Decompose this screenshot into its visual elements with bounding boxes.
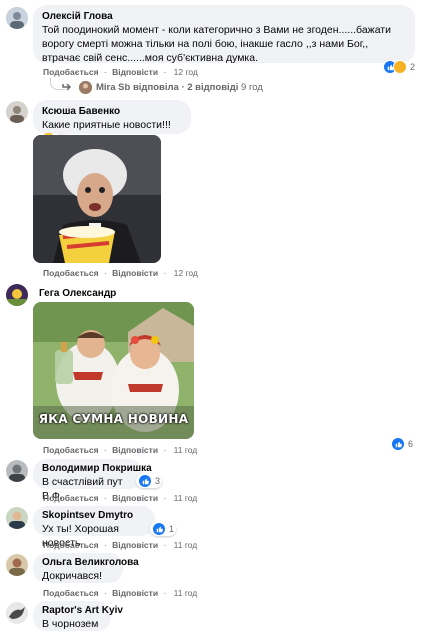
comment-actions: Подобається · Відповісти · 11 год — [43, 445, 198, 455]
reaction-count: 6 — [408, 439, 414, 449]
like-reaction-icon — [138, 474, 152, 488]
comment-author[interactable]: Ксюша Бавенко — [42, 105, 182, 118]
user-photo-icon — [6, 7, 28, 29]
comment-bubble: Володимир Покришка В счастлівий пут В.Ф. — [33, 459, 152, 502]
comment-actions: Подобається · Відповісти · 11 год — [43, 588, 198, 598]
like-link[interactable]: Подобається — [43, 588, 99, 598]
avatar[interactable] — [6, 101, 28, 123]
comment-timestamp[interactable]: 11 год — [174, 445, 198, 455]
comment-text: Докричався! — [42, 570, 102, 582]
reaction-summary[interactable]: 2 — [383, 60, 415, 74]
reaction-count: 3 — [155, 476, 161, 486]
comment-author[interactable]: Гега Олександр — [39, 287, 116, 300]
comment-timestamp[interactable]: 12 год — [174, 67, 198, 77]
like-reaction-icon — [391, 437, 405, 451]
comment-bubble: Ксюша Бавенко Какие приятные новости!!!😊… — [33, 100, 191, 145]
comment-actions: Подобається · Відповісти · 12 год — [43, 67, 198, 77]
like-link[interactable]: Подобається — [43, 67, 99, 77]
comment-bubble: Skopintsev Dmytro Ух ты! Хорошая новость — [33, 506, 155, 549]
user-photo-icon — [6, 554, 28, 576]
comment-actions: Подобається · Відповісти · 11 год — [43, 540, 198, 550]
avatar[interactable] — [6, 7, 28, 29]
user-photo-icon — [6, 602, 28, 624]
like-link[interactable]: Подобається — [43, 493, 99, 503]
like-link[interactable]: Подобається — [43, 445, 99, 455]
comment-bubble: Raptor's Art Kyiv В чорнозем — [33, 601, 123, 631]
replies-timestamp: 9 год — [241, 82, 263, 93]
comment-timestamp[interactable]: 11 год — [174, 493, 198, 503]
comment-author[interactable]: Skopintsev Dmytro — [42, 509, 146, 522]
reply-link[interactable]: Відповісти — [112, 268, 158, 278]
comment-author[interactable]: Олексій Глова — [42, 10, 406, 23]
comment-actions: Подобається · Відповісти · 11 год — [43, 493, 198, 503]
view-replies-link[interactable]: Mira Sb відповіла · 2 відповіді 9 год — [96, 82, 263, 93]
comment-author[interactable]: Ольга Великголова — [42, 556, 139, 569]
reaction-count: 2 — [410, 62, 416, 72]
comment-text: В чорнозем — [42, 618, 99, 630]
user-photo-icon — [6, 507, 28, 529]
user-photo-icon — [6, 101, 28, 123]
like-reaction-icon — [152, 522, 166, 536]
meme-caption: ЯКА СУМНА НОВИНА — [38, 412, 189, 426]
reply-author: Mira Sb — [96, 82, 131, 93]
reply-avatar — [79, 81, 92, 94]
user-photo-icon — [6, 460, 28, 482]
comment-bubble: Ольга Великголова Докричався! — [33, 553, 139, 583]
haha-reaction-icon — [393, 60, 407, 74]
comment-author[interactable]: Raptor's Art Kyiv — [42, 604, 123, 617]
reaction-summary[interactable]: 3 — [136, 474, 163, 488]
reply-arrow-icon — [61, 80, 73, 98]
comment-timestamp[interactable]: 11 год — [174, 588, 198, 598]
avatar[interactable] — [6, 284, 28, 306]
comment-actions: Подобається · Відповісти · 12 год — [43, 268, 198, 278]
avatar[interactable] — [6, 554, 28, 576]
comment-timestamp[interactable]: 12 год — [174, 268, 198, 278]
avatar[interactable] — [6, 602, 28, 624]
comment-author[interactable]: Володимир Покришка — [42, 462, 152, 475]
reaction-summary[interactable]: 6 — [391, 437, 413, 451]
avatar[interactable] — [6, 507, 28, 529]
comment-timestamp[interactable]: 11 год — [174, 540, 198, 550]
like-link[interactable]: Подобається — [43, 268, 99, 278]
comment-gif[interactable] — [33, 135, 161, 263]
reply-link[interactable]: Відповісти — [112, 540, 158, 550]
reply-link[interactable]: Відповісти — [112, 493, 158, 503]
reply-link[interactable]: Відповісти — [112, 445, 158, 455]
reply-link[interactable]: Відповісти — [112, 588, 158, 598]
replies-count: відповіла · 2 відповіді — [132, 82, 239, 93]
reaction-count: 1 — [169, 524, 175, 534]
popcorn-gif-image — [33, 135, 161, 263]
comment-bubble: Олексій Глова Той поодинокий момент - ко… — [33, 5, 415, 64]
reply-link[interactable]: Відповісти — [112, 67, 158, 77]
like-link[interactable]: Подобається — [43, 540, 99, 550]
user-photo-icon — [6, 284, 28, 306]
comment-image[interactable]: ЯКА СУМНА НОВИНА — [33, 302, 194, 439]
reaction-summary[interactable]: 1 — [150, 522, 177, 536]
comment-text: Той поодинокий момент - коли категорично… — [42, 24, 391, 64]
avatar[interactable] — [6, 460, 28, 482]
